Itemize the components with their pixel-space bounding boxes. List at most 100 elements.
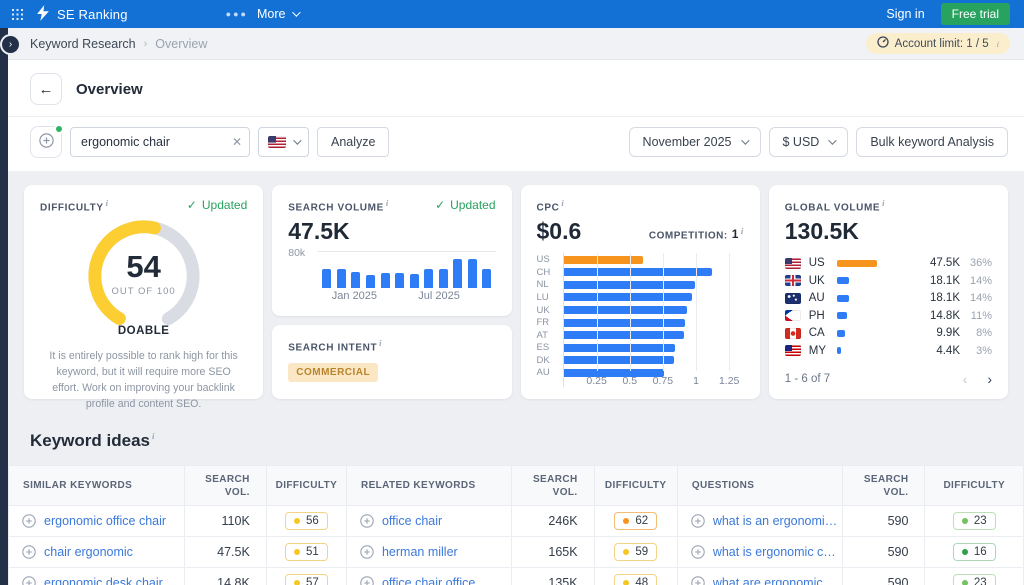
- search-vol-cell: 110K: [184, 506, 266, 537]
- keyword-cell: office chair office: [346, 568, 511, 585]
- add-keyword-icon[interactable]: [360, 514, 374, 528]
- cpc-bar: [564, 268, 712, 276]
- keyword-cell: herman miller: [346, 537, 511, 568]
- add-keyword-icon[interactable]: [691, 545, 705, 559]
- search-vol-cell: 47.5K: [184, 537, 266, 568]
- difficulty-dot-icon: [294, 580, 300, 585]
- sign-in-link[interactable]: Sign in: [886, 7, 924, 21]
- add-keyword-icon[interactable]: [22, 514, 36, 528]
- keyword-link[interactable]: herman miller: [382, 545, 458, 559]
- back-button[interactable]: ←: [30, 73, 62, 105]
- add-keyword-button[interactable]: [30, 126, 62, 158]
- keyword-link[interactable]: ergonomic desk chair: [44, 576, 163, 585]
- add-keyword-icon[interactable]: [360, 576, 374, 585]
- column-header-keywords[interactable]: QUESTIONS: [677, 466, 842, 506]
- clear-input-icon[interactable]: ✕: [232, 135, 242, 149]
- info-icon[interactable]: i: [741, 226, 744, 236]
- difficulty-dot-icon: [962, 580, 968, 585]
- keyword-cell-content: what are ergonomic ch…: [691, 576, 842, 585]
- column-header-search-vol[interactable]: SEARCHVOL.: [512, 466, 594, 506]
- info-icon[interactable]: i: [882, 198, 885, 208]
- x-tick-label: Jul 2025: [418, 290, 460, 302]
- info-icon[interactable]: i: [152, 431, 154, 441]
- cpc-x-tick: 0.5: [622, 375, 637, 387]
- cpc-x-tick: 0.25: [586, 375, 606, 387]
- gridline: [663, 253, 664, 371]
- country-code: UK: [809, 275, 833, 287]
- info-icon[interactable]: i: [379, 338, 382, 348]
- country-code: US: [809, 257, 833, 269]
- add-keyword-icon[interactable]: [22, 545, 36, 559]
- currency-select[interactable]: $ USD: [769, 127, 849, 157]
- more-dots-menu[interactable]: ●●●: [226, 9, 248, 19]
- cpc-bar: [564, 331, 685, 339]
- cpc-bar-row: [564, 253, 744, 266]
- breadcrumb-parent[interactable]: Keyword Research: [30, 37, 136, 51]
- info-icon[interactable]: i: [561, 198, 564, 208]
- difficulty-cell: 23: [925, 568, 1024, 585]
- country-volume-bar: [837, 347, 841, 354]
- apps-grid-icon[interactable]: [12, 9, 23, 20]
- volume-bar: [366, 275, 375, 288]
- volume-bar: [351, 272, 360, 288]
- search-volume-value: 47.5K: [288, 218, 495, 245]
- column-header-keywords[interactable]: SIMILAR KEYWORDS: [9, 466, 185, 506]
- add-keyword-icon[interactable]: [22, 576, 36, 585]
- bulk-analysis-button[interactable]: Bulk keyword Analysis: [856, 127, 1008, 157]
- keyword-link[interactable]: what are ergonomic ch…: [713, 576, 842, 585]
- column-header-search-vol[interactable]: SEARCHVOL.: [843, 466, 925, 506]
- keyword-link[interactable]: what is ergonomic chair: [713, 545, 842, 559]
- us-flag-icon: [268, 136, 286, 148]
- more-menu[interactable]: More: [257, 7, 298, 21]
- keyword-link[interactable]: ergonomic office chair: [44, 514, 166, 528]
- bolt-logo-icon: [36, 5, 50, 24]
- country-volume-row: UK18.1K14%: [785, 272, 992, 290]
- add-keyword-icon[interactable]: [360, 545, 374, 559]
- difficulty-gauge: 54 OUT OF 100: [85, 217, 203, 340]
- country-volume-value: 4.4K: [936, 345, 960, 357]
- table-row: ergonomic office chair110K56office chair…: [9, 506, 1024, 537]
- country-select[interactable]: [258, 127, 309, 157]
- column-header-keywords[interactable]: RELATED KEYWORDS: [346, 466, 511, 506]
- difficulty-badge: 51: [285, 543, 328, 561]
- keyword-cell-content: herman miller: [360, 545, 511, 559]
- column-header-difficulty[interactable]: DIFFICULTY: [594, 466, 677, 506]
- info-icon[interactable]: i: [386, 198, 389, 208]
- keyword-search-input[interactable]: [70, 127, 250, 157]
- add-keyword-icon[interactable]: [691, 576, 705, 585]
- difficulty-dot-icon: [962, 518, 968, 524]
- volume-bar: [395, 273, 404, 288]
- free-trial-button[interactable]: Free trial: [941, 3, 1010, 25]
- column-header-search-vol[interactable]: SEARCHVOL.: [184, 466, 266, 506]
- sidebar-expand-button[interactable]: ›: [2, 36, 19, 53]
- cpc-bar-row: [564, 279, 744, 292]
- keyword-link[interactable]: office chair: [382, 514, 442, 528]
- column-header-difficulty[interactable]: DIFFICULTY: [925, 466, 1024, 506]
- pagination-prev-icon[interactable]: ‹: [963, 371, 968, 387]
- analyze-button[interactable]: Analyze: [317, 127, 389, 157]
- cpc-x-tick: 1: [693, 375, 699, 387]
- breadcrumb-separator-icon: ›: [144, 38, 148, 50]
- difficulty-description: It is entirely possible to rank high for…: [40, 349, 247, 413]
- add-keyword-icon[interactable]: [691, 514, 705, 528]
- cpc-x-tick: 1.25: [719, 375, 739, 387]
- keyword-link[interactable]: office chair office: [382, 576, 475, 585]
- difficulty-badge: 48: [614, 574, 657, 585]
- difficulty-label: DIFFICULTYi: [40, 198, 109, 213]
- column-header-difficulty[interactable]: DIFFICULTY: [266, 466, 346, 506]
- country-volume-value: 18.1K: [930, 292, 960, 304]
- brand-logo[interactable]: SE Ranking: [36, 5, 128, 24]
- cpc-country-label: NL: [537, 279, 563, 292]
- info-icon[interactable]: i: [106, 198, 109, 208]
- cpc-x-tick: 0.75: [653, 375, 673, 387]
- difficulty-dot-icon: [623, 580, 629, 585]
- info-icon[interactable]: i: [997, 39, 999, 49]
- difficulty-out-of: OUT OF 100: [85, 286, 203, 297]
- country-volume-value: 18.1K: [930, 275, 960, 287]
- keyword-link[interactable]: chair ergonomic: [44, 545, 133, 559]
- keyword-link[interactable]: what is an ergonomic c…: [713, 514, 842, 528]
- country-volume-bar: [837, 312, 847, 319]
- pagination-next-icon[interactable]: ›: [987, 371, 992, 387]
- table-row: ergonomic desk chair14.8K57office chair …: [9, 568, 1024, 585]
- date-select[interactable]: November 2025: [629, 127, 761, 157]
